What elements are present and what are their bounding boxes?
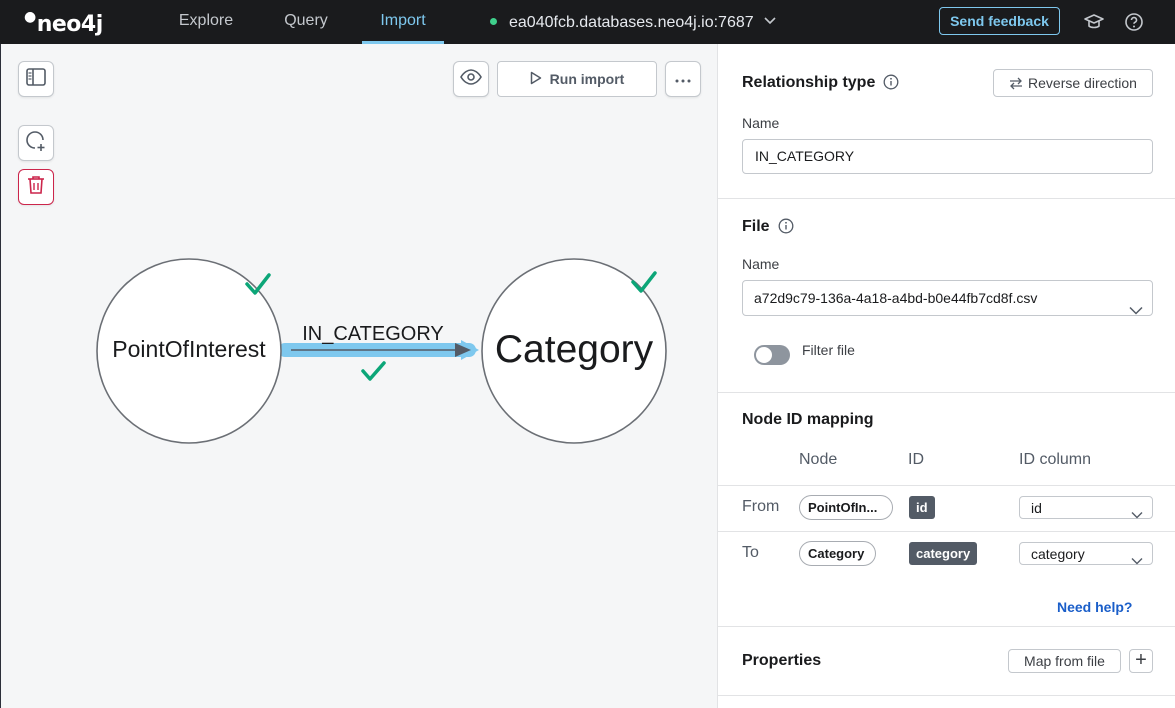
column-header-id-column: ID column (1019, 451, 1092, 468)
mapping-from-id-column-select[interactable]: id (1019, 496, 1153, 519)
map-from-file-button[interactable]: Map from file (1008, 649, 1121, 673)
toggle-knob (756, 347, 772, 363)
mapping-to-node: Category (799, 541, 876, 566)
properties-section: Properties Map from file + (718, 627, 1175, 696)
relationship-check-icon (361, 361, 386, 381)
add-property-button[interactable]: + (1129, 649, 1153, 673)
connection-selector[interactable]: ea040fcb.databases.neo4j.io:7687 (490, 0, 776, 44)
mapping-to-id-column-value: category (1031, 546, 1085, 562)
file-title: File (742, 218, 794, 239)
info-icon[interactable] (883, 74, 899, 95)
relationship-section: Relationship type Reverse direction Name… (718, 44, 1175, 199)
send-feedback-button[interactable]: Send feedback (939, 7, 1060, 35)
graph-model: IN_CATEGORY PointOfInterest Category (96, 258, 667, 444)
mapping-to-id: category (909, 542, 978, 565)
filter-file-label: Filter file (802, 342, 855, 358)
mapping-divider (718, 485, 1175, 486)
need-help-link[interactable]: Need help? (1057, 599, 1132, 615)
node-source-label: PointOfInterest (112, 336, 266, 362)
chevron-down-icon (764, 0, 776, 42)
details-panel: Relationship type Reverse direction Name… (717, 44, 1175, 708)
column-header-node: Node (799, 451, 838, 468)
tab-import[interactable]: Import (362, 0, 444, 44)
file-select-value: a72d9c79-136a-4a18-a4bd-b0e44fb7cd8f.csv (754, 290, 1038, 306)
chevron-down-icon (1129, 293, 1143, 327)
node-id-mapping-title: Node ID mapping (742, 411, 874, 428)
relationship-label[interactable]: IN_CATEGORY (302, 323, 444, 345)
mapping-row-from-label: From (742, 498, 780, 515)
chevron-down-icon (1131, 549, 1143, 571)
file-title-text: File (742, 218, 770, 235)
properties-title: Properties (742, 652, 822, 669)
relationship-type-title-text: Relationship type (742, 74, 876, 91)
info-icon[interactable] (778, 218, 794, 239)
node-id-mapping-section: Node ID mapping Node ID ID column From P… (718, 393, 1175, 627)
mapping-row-divider (718, 531, 1175, 532)
mapping-from-node: PointOfIn... (799, 495, 893, 520)
tab-query[interactable]: Query (270, 0, 342, 44)
model-canvas[interactable]: Run import IN_CATEGORY PointOfInterest C… (0, 44, 717, 708)
column-header-id: ID (908, 451, 924, 468)
file-name-label: Name (742, 256, 780, 272)
neo4j-logo[interactable]: ●neo4j (24, 9, 103, 37)
help-icon[interactable] (1123, 11, 1145, 33)
swap-icon (1009, 72, 1023, 98)
file-select[interactable]: a72d9c79-136a-4a18-a4bd-b0e44fb7cd8f.csv (742, 280, 1153, 316)
relationship-name-label: Name (742, 115, 780, 131)
graduation-cap-icon[interactable] (1083, 11, 1105, 33)
mapping-from-id-column-value: id (1031, 500, 1042, 516)
chevron-down-icon (1131, 503, 1143, 525)
filter-file-toggle[interactable] (754, 345, 790, 365)
reverse-direction-label: Reverse direction (1028, 75, 1137, 91)
reverse-direction-button[interactable]: Reverse direction (993, 69, 1153, 97)
file-section: File Name a72d9c79-136a-4a18-a4bd-b0e44f… (718, 199, 1175, 393)
connection-host: ea040fcb.databases.neo4j.io:7687 (509, 14, 754, 31)
mapping-from-id: id (909, 496, 935, 519)
relationship-name-input[interactable]: IN_CATEGORY (742, 139, 1153, 174)
relationship-type-title: Relationship type (742, 74, 899, 95)
node-target-check-icon (631, 271, 657, 293)
mapping-to-id-column-select[interactable]: category (1019, 542, 1153, 565)
top-navigation-bar: ●neo4j Explore Query Import ea040fcb.dat… (0, 0, 1175, 44)
mapping-row-to-label: To (742, 544, 759, 561)
node-target-label: Category (495, 328, 654, 371)
connection-status-dot (490, 18, 497, 25)
tab-explore[interactable]: Explore (166, 0, 246, 44)
